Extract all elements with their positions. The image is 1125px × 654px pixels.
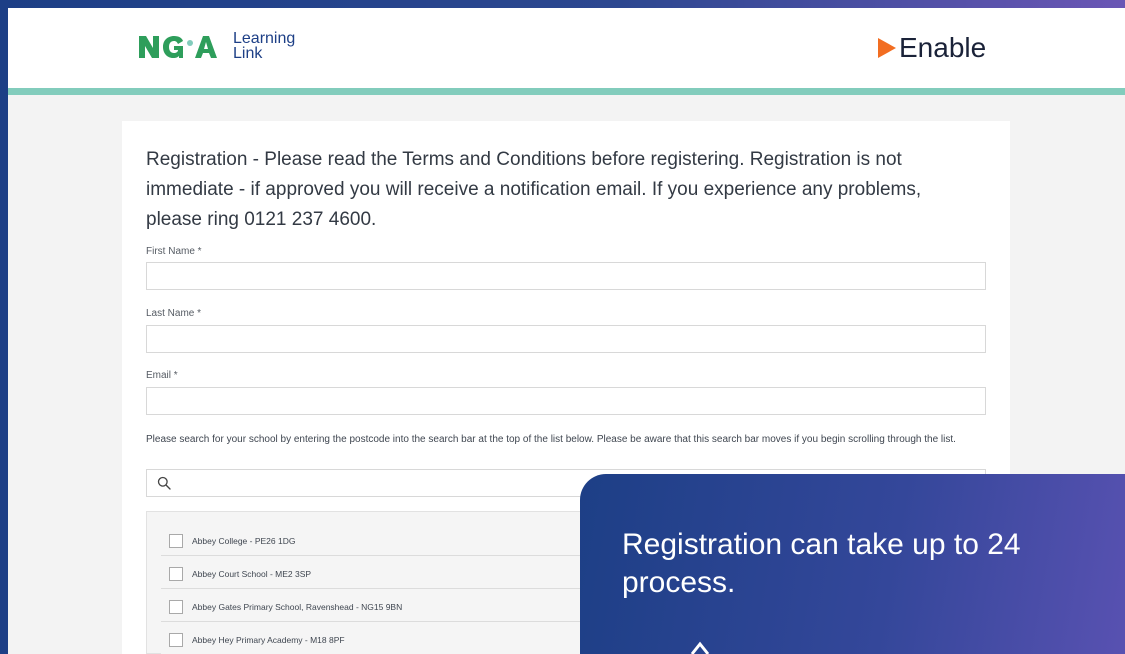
nga-logo-mark <box>139 34 225 58</box>
registration-heading: Registration - Please read the Terms and… <box>146 149 922 230</box>
frame-left-border <box>0 0 8 654</box>
learning-link-text: Learning Link <box>233 30 296 62</box>
play-arrow-icon <box>878 38 896 58</box>
school-checkbox[interactable] <box>169 566 183 581</box>
school-label: Abbey Court School - ME2 3SP <box>192 568 312 579</box>
first-name-label: First Name * <box>146 246 202 257</box>
school-label: Abbey College - PE26 1DG <box>192 535 296 546</box>
enable-logo[interactable]: Enable <box>878 32 986 64</box>
school-label: Abbey Gates Primary School, Ravenshead -… <box>192 601 403 612</box>
school-search-help-text: Please search for your school by enterin… <box>146 434 956 445</box>
last-name-label: Last Name * <box>146 308 202 319</box>
registration-callout: Registration can take up to 24 process. <box>580 474 1125 654</box>
nga-learning-link-logo[interactable]: Learning Link <box>139 28 295 64</box>
school-checkbox[interactable] <box>169 632 183 647</box>
header-accent-bar <box>8 88 1125 95</box>
first-name-input[interactable] <box>146 262 986 290</box>
school-checkbox[interactable] <box>169 599 183 614</box>
school-label: Abbey Hey Primary Academy - M18 8PF <box>192 634 345 645</box>
enable-logo-text: Enable <box>899 32 987 63</box>
frame-top-border <box>0 0 1125 8</box>
nga-logo-icon <box>139 36 217 58</box>
last-name-input[interactable] <box>146 325 986 353</box>
email-label: Email * <box>146 370 178 381</box>
chevron-up-icon <box>690 641 710 654</box>
email-input[interactable] <box>146 387 986 415</box>
school-checkbox[interactable] <box>169 533 183 548</box>
search-icon <box>157 476 171 490</box>
callout-text: Registration can take up to 24 process. <box>622 528 1021 599</box>
